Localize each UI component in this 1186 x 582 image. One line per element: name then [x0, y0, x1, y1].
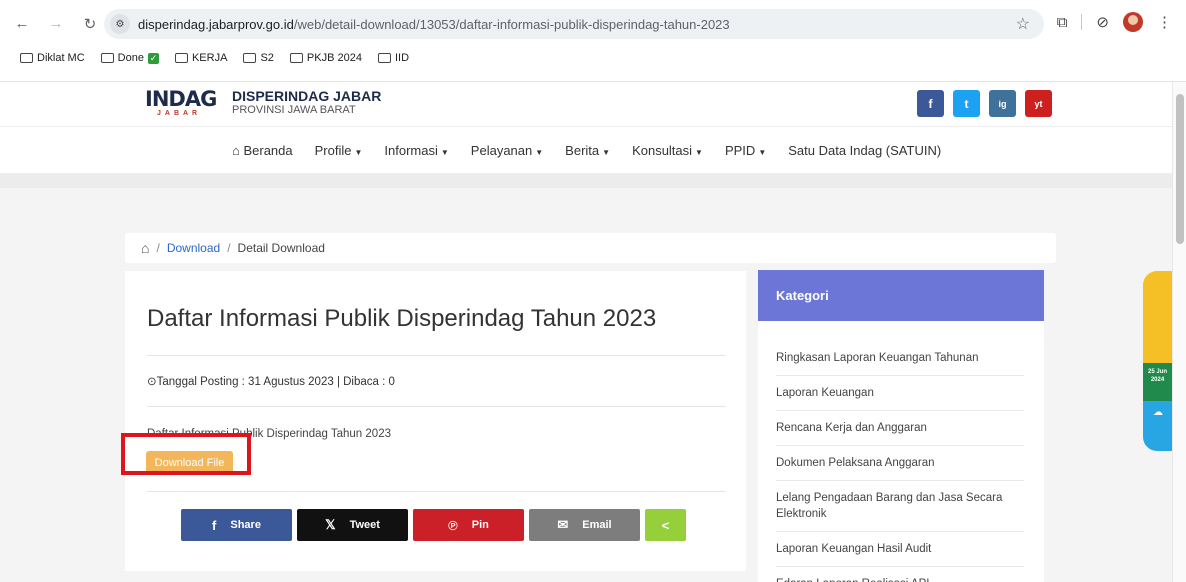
highlight-box: [121, 433, 251, 475]
caret-down-icon: ▼: [354, 148, 363, 157]
bookmark-kerja[interactable]: KERJA: [174, 52, 227, 64]
caret-down-icon: ▼: [695, 148, 703, 157]
category-item[interactable]: Edaran Laporan Realisasi API: [776, 567, 1024, 582]
scrollbar-thumb[interactable]: [1176, 94, 1184, 244]
page-scrollbar[interactable]: [1172, 82, 1186, 582]
caret-down-icon: ▼: [602, 148, 611, 157]
page-viewport: INDAG JABAR DISPERINDAG JABAR PROVINSI J…: [0, 82, 1172, 582]
divider: [147, 406, 726, 407]
category-item[interactable]: Rencana Kerja dan Anggaran: [776, 411, 1024, 446]
x-icon: 𝕏: [325, 517, 336, 532]
chat-icon[interactable]: ☁: [1143, 401, 1172, 451]
caret-down-icon: ▼: [535, 148, 544, 157]
address-bar[interactable]: ⚙ disperindag.jabarprov.go.id/web/detail…: [104, 9, 1044, 39]
breadcrumb-download-link[interactable]: Download: [167, 241, 220, 255]
menu-berita[interactable]: Berita ▼: [565, 143, 610, 158]
bookmarks-bar: Diklat MC Done ✓ KERJA S2 PKJB 2024 IID: [20, 52, 409, 64]
pinterest-icon: ℗: [448, 517, 458, 533]
site-header: INDAG JABAR DISPERINDAG JABAR PROVINSI J…: [0, 82, 1172, 126]
site-title: DISPERINDAG JABAR: [232, 88, 382, 104]
folder-icon: [100, 53, 114, 63]
post-meta: ⊙Tanggal Posting : 31 Agustus 2023 | Dib…: [147, 376, 395, 388]
bookmark-done[interactable]: Done ✓: [100, 52, 159, 64]
clock-icon: ⊙: [147, 376, 157, 388]
menu-pelayanan[interactable]: Pelayanan ▼: [471, 143, 543, 158]
caret-down-icon: ▼: [758, 148, 767, 157]
breadcrumb-current: Detail Download: [237, 241, 325, 255]
site-info-icon[interactable]: ⚙: [110, 14, 130, 34]
widget-top: [1143, 271, 1172, 363]
site-logo[interactable]: INDAG JABAR: [145, 88, 221, 122]
menu-beranda[interactable]: ⌂ Beranda: [232, 143, 293, 158]
facebook-icon: f: [212, 517, 217, 533]
folder-icon: [289, 53, 303, 63]
extensions-icon[interactable]: ⧉: [1057, 14, 1068, 31]
floating-widget[interactable]: 25 Jun 2024 ☁: [1143, 271, 1172, 451]
youtube-icon[interactable]: yt: [1025, 90, 1052, 117]
article-card: Daftar Informasi Publik Disperindag Tahu…: [125, 271, 746, 571]
checkmark-icon: ✓: [147, 52, 159, 64]
caret-down-icon: ▼: [440, 148, 449, 157]
menu-informasi[interactable]: Informasi ▼: [384, 143, 448, 158]
home-icon[interactable]: ⌂: [141, 240, 149, 256]
share-twitter-button[interactable]: 𝕏 Tweet: [297, 509, 408, 541]
folder-icon: [174, 53, 188, 63]
twitter-icon[interactable]: t: [953, 90, 980, 117]
main-menu: ⌂ Beranda Profile ▼ Informasi ▼ Pelayanan ▼…: [0, 126, 1172, 174]
folder-icon: [20, 53, 33, 63]
divider: [147, 355, 726, 356]
home-icon: ⌂: [232, 143, 244, 158]
category-item[interactable]: Ringkasan Laporan Keuangan Tahunan: [776, 341, 1024, 376]
bookmark-iid[interactable]: IID: [377, 52, 409, 64]
menu-profile[interactable]: Profile ▼: [315, 143, 363, 158]
nav-controls: ← → ↻: [14, 15, 98, 33]
facebook-icon[interactable]: f: [917, 90, 944, 117]
share-icon: <: [661, 517, 670, 533]
sidebar-title: Kategori: [758, 270, 1044, 321]
breadcrumb-separator: /: [156, 241, 160, 255]
menu-satuin[interactable]: Satu Data Indag (SATUIN): [788, 143, 941, 158]
extension-icon[interactable]: ⊘: [1096, 13, 1109, 31]
bookmark-s2[interactable]: S2: [243, 52, 274, 64]
share-email-button[interactable]: ✉ Email: [529, 509, 640, 541]
category-item[interactable]: Laporan Keuangan Hasil Audit: [776, 532, 1024, 567]
category-list: Ringkasan Laporan Keuangan Tahunan Lapor…: [758, 321, 1044, 582]
share-facebook-button[interactable]: f Share: [181, 509, 292, 541]
toolbar-separator: [1081, 14, 1083, 30]
breadcrumb-separator: /: [227, 241, 231, 255]
share-pinterest-button[interactable]: ℗ Pin: [413, 509, 524, 541]
back-icon[interactable]: ←: [14, 15, 30, 33]
social-links: f t ig yt: [917, 90, 1052, 117]
url-text[interactable]: disperindag.jabarprov.go.id/web/detail-d…: [138, 17, 730, 32]
share-buttons: f Share 𝕏 Tweet ℗ Pin ✉ Email <: [181, 509, 686, 541]
folder-icon: [243, 53, 257, 63]
forward-icon[interactable]: →: [48, 15, 64, 33]
menu-konsultasi[interactable]: Konsultasi ▼: [632, 143, 703, 158]
breadcrumb: ⌂ / Download / Detail Download: [125, 233, 1056, 263]
toolbar-right: ⧉ ⊘ ⋮: [1057, 12, 1172, 32]
bookmark-pkjb-2024[interactable]: PKJB 2024: [289, 52, 362, 64]
profile-avatar[interactable]: [1123, 12, 1143, 32]
folder-icon: [377, 53, 391, 63]
category-item[interactable]: Lelang Pengadaan Barang dan Jasa Secara …: [776, 481, 1024, 532]
browser-toolbar: ← → ↻ ⚙ disperindag.jabarprov.go.id/web/…: [0, 0, 1186, 82]
category-item[interactable]: Laporan Keuangan: [776, 376, 1024, 411]
category-item[interactable]: Dokumen Pelaksana Anggaran: [776, 446, 1024, 481]
envelope-icon: ✉: [557, 517, 569, 532]
page-title: Daftar Informasi Publik Disperindag Tahu…: [147, 305, 657, 332]
header-band: [0, 174, 1172, 188]
widget-date: 25 Jun 2024: [1143, 363, 1172, 401]
share-more-button[interactable]: <: [645, 509, 686, 541]
divider: [147, 491, 726, 492]
instagram-icon[interactable]: ig: [989, 90, 1016, 117]
bookmark-diklat-mc[interactable]: Diklat MC: [20, 52, 85, 64]
bookmark-star-icon[interactable]: ☆: [1016, 14, 1030, 34]
menu-ppid[interactable]: PPID ▼: [725, 143, 766, 158]
reload-icon[interactable]: ↻: [82, 15, 98, 33]
site-subtitle: PROVINSI JAWA BARAT: [232, 104, 356, 116]
menu-kebab-icon[interactable]: ⋮: [1157, 13, 1172, 31]
